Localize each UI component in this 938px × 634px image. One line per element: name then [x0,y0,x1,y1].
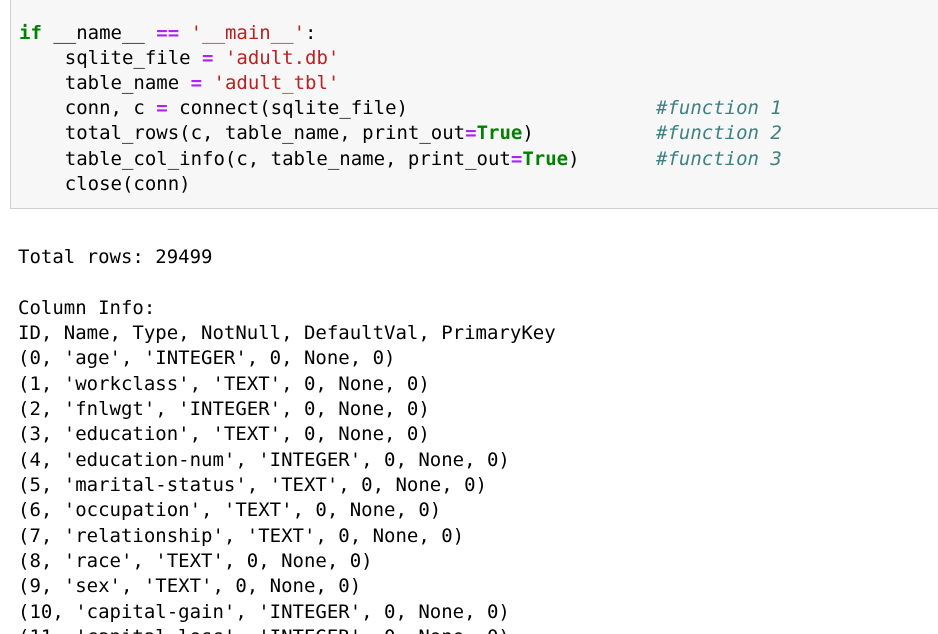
output-line: (7, 'relationship', 'TEXT', 0, None, 0) [18,524,465,547]
comment-function-3: #function 3 [656,148,782,170]
comment-function-2: #function 2 [656,122,782,144]
keyword-true: True [522,148,569,170]
comment-function-1: #function 1 [656,97,782,119]
code-line-4: conn, c = connect(sqlite_file) [19,96,408,121]
output-line: (4, 'education-num', 'INTEGER', 0, None,… [18,448,510,471]
operator-eq: == [156,22,180,44]
output-line: (3, 'education', 'TEXT', 0, None, 0) [18,423,430,446]
operator-assign: = [510,148,523,170]
code-text: sqlite_file [19,47,203,69]
output-line: (8, 'race', 'TEXT', 0, None, 0) [18,550,373,573]
keyword-true: True [476,122,523,144]
output-line: Total rows: 29499 [18,246,213,268]
code-text: conn, c [19,97,157,119]
output-line: (9, 'sex', 'TEXT', 0, None, 0) [18,575,362,598]
output-line: (0, 'age', 'INTEGER', 0, None, 0) [18,347,396,370]
operator-assign: = [202,47,214,69]
code-line-1: if __name__ == '__main__': [19,21,316,46]
code-line-7: close(conn) [19,172,191,197]
code-text: total_rows(c, table_name, print_out [19,122,466,144]
code-text: table_col_info(c, table_name, print_out [19,148,511,170]
code-line-5: total_rows(c, table_name, print_out=True… [19,121,534,146]
output-line: Column Info: [18,296,156,319]
notebook-page: if __name__ == '__main__': sqlite_file =… [0,0,938,634]
operator-assign: = [465,122,477,144]
output-line: (2, 'fnlwgt', 'INTEGER', 0, None, 0) [18,398,430,421]
code-cell[interactable]: if __name__ == '__main__': sqlite_file =… [10,0,938,209]
colon: : [305,22,317,44]
code-line-2: sqlite_file = 'adult.db' [19,46,340,71]
code-line-3: table_name = 'adult_tbl' [19,71,340,96]
string-value: 'adult.db' [224,47,340,69]
output-line: (6, 'occupation', 'TEXT', 0, None, 0) [18,499,442,522]
code-text: ) [568,148,580,170]
string-value: 'adult_tbl' [213,72,340,94]
output-line: ID, Name, Type, NotNull, DefaultVal, Pri… [18,322,556,345]
operator-assign: = [156,97,168,119]
output-line: (5, 'marital-status', 'TEXT', 0, None, 0… [18,474,487,497]
output-line: (1, 'workclass', 'TEXT', 0, None, 0) [18,372,430,395]
output-line: (10, 'capital-gain', 'INTEGER', 0, None,… [18,600,510,623]
code-text: close(conn) [19,173,191,195]
code-line-6: table_col_info(c, table_name, print_out=… [19,147,580,172]
code-text: connect(sqlite_file) [167,97,408,119]
keyword-if: if [19,22,42,44]
operator-assign: = [190,72,203,94]
code-text: ) [522,122,534,144]
name-variable: __name__ [41,22,157,44]
cell-output: Total rows: 29499 Column Info: ID, Name,… [18,245,918,634]
output-line: (11, 'capital-loss', 'INTEGER', 0, None,… [18,625,918,634]
string-main: '__main__' [190,22,306,44]
code-text: table_name [19,72,191,94]
